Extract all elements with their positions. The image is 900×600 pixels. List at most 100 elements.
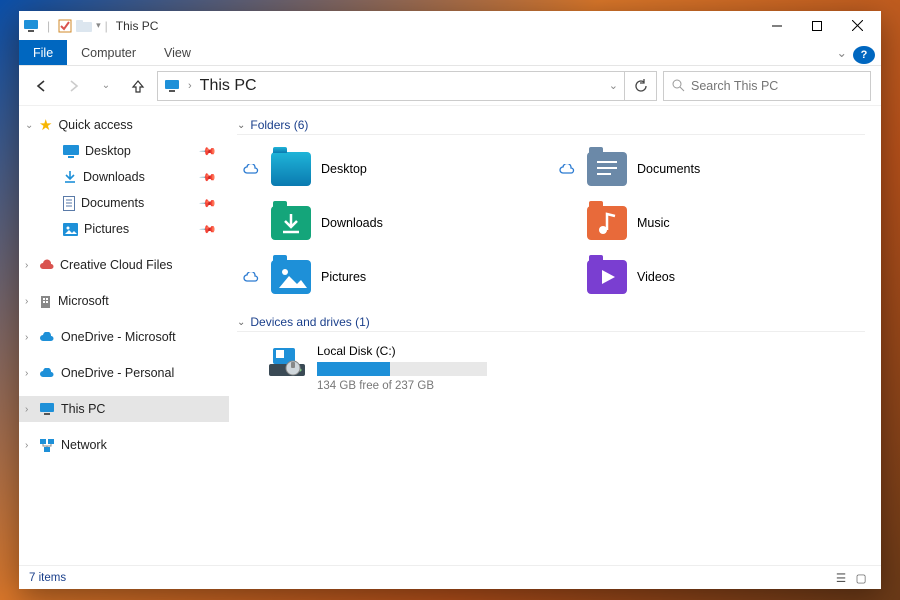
- forward-button[interactable]: [61, 72, 87, 100]
- cloud-icon: [39, 368, 55, 379]
- monitor-icon: [39, 402, 55, 416]
- sidebar-item-label: Microsoft: [58, 294, 109, 308]
- folder-icon[interactable]: [76, 20, 92, 32]
- separator: |: [47, 19, 50, 33]
- minimize-button[interactable]: [757, 11, 797, 40]
- star-icon: ★: [39, 116, 52, 134]
- content-pane: ⌄ Folders (6) Desktop Documents: [229, 106, 881, 565]
- sidebar-item-documents[interactable]: Documents 📌: [19, 190, 229, 216]
- separator: |: [105, 19, 108, 33]
- chevron-right-icon[interactable]: ›: [25, 296, 28, 307]
- pin-icon: 📌: [199, 142, 218, 161]
- sidebar-item-label: Quick access: [58, 118, 132, 132]
- ribbon: File Computer View ⌄ ?: [19, 40, 881, 66]
- folder-label: Downloads: [321, 216, 383, 230]
- tab-view[interactable]: View: [150, 40, 205, 65]
- chevron-right-icon[interactable]: ›: [25, 440, 28, 451]
- refresh-button[interactable]: [625, 71, 657, 101]
- group-header-drives[interactable]: ⌄ Devices and drives (1): [237, 315, 865, 332]
- qat-icons: | ▾: [23, 19, 101, 33]
- search-box[interactable]: [663, 71, 871, 101]
- titlebar: | ▾ | This PC: [19, 11, 881, 40]
- folder-icon: [271, 152, 311, 186]
- close-button[interactable]: [837, 11, 877, 40]
- explorer-window: | ▾ | This PC File Computer View ⌄ ?: [19, 11, 881, 589]
- large-icons-view-icon[interactable]: ▢: [851, 571, 871, 585]
- sidebar-this-pc[interactable]: › This PC: [19, 396, 229, 422]
- ribbon-expand-icon[interactable]: ⌄: [831, 40, 853, 65]
- picture-icon: [63, 223, 78, 236]
- tab-computer[interactable]: Computer: [67, 40, 150, 65]
- folder-icon: [271, 206, 311, 240]
- folder-downloads[interactable]: Downloads: [243, 201, 549, 245]
- tab-file[interactable]: File: [19, 40, 67, 65]
- maximize-button[interactable]: [797, 11, 837, 40]
- history-dropdown-icon[interactable]: ⌄: [93, 72, 119, 100]
- folder-desktop[interactable]: Desktop: [243, 147, 549, 191]
- creative-cloud-icon: [39, 259, 54, 271]
- chevron-right-icon[interactable]: ›: [25, 260, 28, 271]
- chevron-right-icon[interactable]: ›: [188, 80, 192, 92]
- chevron-down-icon[interactable]: ▾: [96, 20, 101, 31]
- sidebar: ⌄ ★ Quick access Desktop 📌 Downloads 📌 D…: [19, 106, 229, 565]
- navbar: ⌄ › This PC ⌄: [19, 66, 881, 106]
- chevron-right-icon[interactable]: ›: [25, 368, 28, 379]
- sidebar-item-downloads[interactable]: Downloads 📌: [19, 164, 229, 190]
- sidebar-network[interactable]: › Network: [19, 432, 229, 458]
- folder-videos[interactable]: Videos: [559, 255, 865, 299]
- window-title: This PC: [116, 19, 159, 33]
- drive-local-c[interactable]: Local Disk (C:) 134 GB free of 237 GB: [237, 338, 865, 392]
- status-item-count: 7 items: [29, 572, 66, 584]
- monitor-icon: [23, 19, 39, 33]
- sidebar-item-label: This PC: [61, 402, 105, 416]
- search-icon: [672, 79, 685, 92]
- sidebar-item-label: Desktop: [85, 144, 131, 158]
- pin-icon: 📌: [199, 194, 218, 213]
- folder-label: Documents: [637, 162, 700, 176]
- document-icon: [63, 196, 75, 211]
- folder-icon: [587, 152, 627, 186]
- chevron-down-icon[interactable]: ⌄: [25, 120, 33, 131]
- sidebar-microsoft[interactable]: › Microsoft: [19, 288, 229, 314]
- search-input[interactable]: [691, 79, 862, 93]
- sidebar-creative-cloud[interactable]: › Creative Cloud Files: [19, 252, 229, 278]
- folder-icon: [587, 206, 627, 240]
- chevron-down-icon[interactable]: ⌄: [609, 79, 618, 92]
- chevron-right-icon[interactable]: ›: [25, 332, 28, 343]
- up-button[interactable]: [125, 72, 151, 100]
- drive-free-label: 134 GB free of 237 GB: [317, 380, 487, 392]
- pin-icon: 📌: [199, 168, 218, 187]
- folder-icon: [271, 260, 311, 294]
- desktop-icon: [63, 145, 79, 158]
- sidebar-item-label: OneDrive - Microsoft: [61, 330, 176, 344]
- folder-icon: [587, 260, 627, 294]
- sidebar-item-desktop[interactable]: Desktop 📌: [19, 138, 229, 164]
- sidebar-quick-access[interactable]: ⌄ ★ Quick access: [19, 112, 229, 138]
- details-view-icon[interactable]: ☰: [831, 571, 851, 585]
- status-bar: 7 items ☰ ▢: [19, 565, 881, 589]
- chevron-down-icon[interactable]: ⌄: [237, 317, 245, 328]
- folder-music[interactable]: Music: [559, 201, 865, 245]
- drive-label: Local Disk (C:): [317, 344, 487, 358]
- back-button[interactable]: [29, 72, 55, 100]
- group-header-folders[interactable]: ⌄ Folders (6): [237, 118, 865, 135]
- folder-label: Desktop: [321, 162, 367, 176]
- folder-documents[interactable]: Documents: [559, 147, 865, 191]
- drive-icon: [267, 344, 307, 392]
- address-bar[interactable]: › This PC ⌄: [157, 71, 625, 101]
- chevron-down-icon[interactable]: ⌄: [237, 120, 245, 131]
- sidebar-item-pictures[interactable]: Pictures 📌: [19, 216, 229, 242]
- sidebar-item-label: Creative Cloud Files: [60, 258, 173, 272]
- folder-label: Pictures: [321, 270, 366, 284]
- sidebar-onedrive-microsoft[interactable]: › OneDrive - Microsoft: [19, 324, 229, 350]
- checkbox-icon[interactable]: [58, 19, 72, 33]
- breadcrumb[interactable]: This PC: [200, 77, 257, 95]
- download-icon: [63, 170, 77, 184]
- help-icon[interactable]: ?: [853, 46, 875, 64]
- sidebar-onedrive-personal[interactable]: › OneDrive - Personal: [19, 360, 229, 386]
- folder-pictures[interactable]: Pictures: [243, 255, 549, 299]
- building-icon: [39, 294, 52, 308]
- cloud-sync-icon: [243, 164, 261, 175]
- chevron-right-icon[interactable]: ›: [25, 404, 28, 415]
- folder-label: Music: [637, 216, 670, 230]
